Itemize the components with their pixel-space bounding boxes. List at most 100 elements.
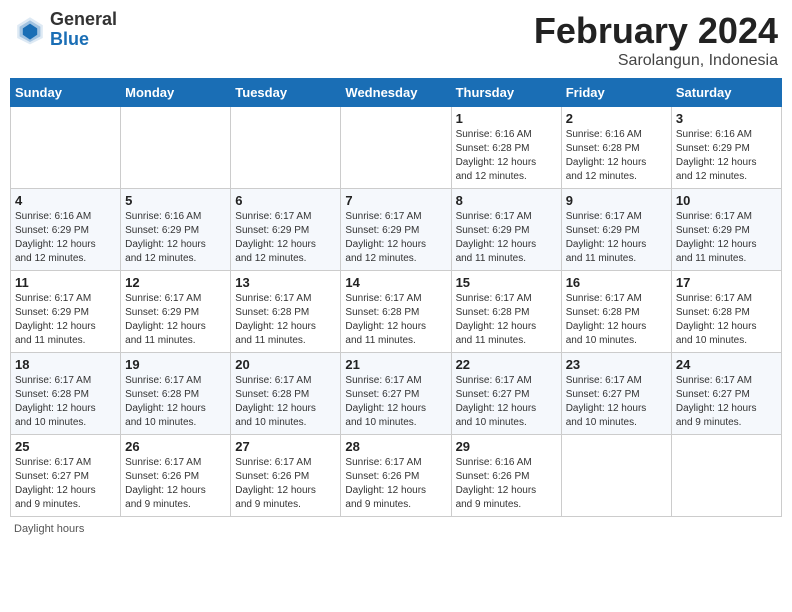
day-info: Sunrise: 6:17 AM Sunset: 6:29 PM Dayligh…: [15, 292, 116, 348]
column-header-tuesday: Tuesday: [231, 79, 341, 107]
calendar-cell: 28 Sunrise: 6:17 AM Sunset: 6:26 PM Dayli…: [341, 435, 451, 517]
calendar-cell: 15 Sunrise: 6:17 AM Sunset: 6:28 PM Dayli…: [451, 271, 561, 353]
day-info: Sunrise: 6:17 AM Sunset: 6:27 PM Dayligh…: [345, 374, 446, 430]
day-info: Sunrise: 6:17 AM Sunset: 6:28 PM Dayligh…: [15, 374, 116, 430]
day-info: Sunrise: 6:16 AM Sunset: 6:28 PM Dayligh…: [566, 128, 667, 184]
day-number: 10: [676, 193, 777, 208]
calendar-cell: [121, 107, 231, 189]
day-info: Sunrise: 6:17 AM Sunset: 6:28 PM Dayligh…: [235, 374, 336, 430]
calendar-cell: 21 Sunrise: 6:17 AM Sunset: 6:27 PM Dayli…: [341, 353, 451, 435]
day-info: Sunrise: 6:17 AM Sunset: 6:29 PM Dayligh…: [566, 210, 667, 266]
calendar-cell: 25 Sunrise: 6:17 AM Sunset: 6:27 PM Dayli…: [11, 435, 121, 517]
day-number: 19: [125, 357, 226, 372]
day-number: 8: [456, 193, 557, 208]
calendar-cell: 24Sunrise: 6:17 AM Sunset: 6:27 PM Dayli…: [671, 353, 781, 435]
calendar-week-4: 18 Sunrise: 6:17 AM Sunset: 6:28 PM Dayli…: [11, 353, 782, 435]
calendar-cell: 18 Sunrise: 6:17 AM Sunset: 6:28 PM Dayli…: [11, 353, 121, 435]
calendar-cell: 6 Sunrise: 6:17 AM Sunset: 6:29 PM Daylig…: [231, 189, 341, 271]
day-info: Sunrise: 6:16 AM Sunset: 6:26 PM Dayligh…: [456, 456, 557, 512]
day-number: 20: [235, 357, 336, 372]
day-number: 14: [345, 275, 446, 290]
day-info: Sunrise: 6:17 AM Sunset: 6:26 PM Dayligh…: [345, 456, 446, 512]
day-number: 9: [566, 193, 667, 208]
calendar-week-2: 4 Sunrise: 6:16 AM Sunset: 6:29 PM Daylig…: [11, 189, 782, 271]
day-info: Sunrise: 6:17 AM Sunset: 6:27 PM Dayligh…: [566, 374, 667, 430]
calendar-cell: 16Sunrise: 6:17 AM Sunset: 6:28 PM Dayli…: [561, 271, 671, 353]
day-info: Sunrise: 6:17 AM Sunset: 6:28 PM Dayligh…: [125, 374, 226, 430]
calendar-cell: 22 Sunrise: 6:17 AM Sunset: 6:27 PM Dayli…: [451, 353, 561, 435]
day-number: 21: [345, 357, 446, 372]
day-number: 2: [566, 111, 667, 126]
day-info: Sunrise: 6:17 AM Sunset: 6:27 PM Dayligh…: [456, 374, 557, 430]
calendar-cell: 26Sunrise: 6:17 AM Sunset: 6:26 PM Dayli…: [121, 435, 231, 517]
day-number: 28: [345, 439, 446, 454]
calendar-cell: 10Sunrise: 6:17 AM Sunset: 6:29 PM Dayli…: [671, 189, 781, 271]
calendar-week-5: 25 Sunrise: 6:17 AM Sunset: 6:27 PM Dayli…: [11, 435, 782, 517]
column-header-saturday: Saturday: [671, 79, 781, 107]
page-header: General Blue February 2024 Sarolangun, I…: [10, 10, 782, 70]
calendar-week-3: 11Sunrise: 6:17 AM Sunset: 6:29 PM Dayli…: [11, 271, 782, 353]
day-number: 1: [456, 111, 557, 126]
column-header-sunday: Sunday: [11, 79, 121, 107]
column-header-monday: Monday: [121, 79, 231, 107]
day-info: Sunrise: 6:17 AM Sunset: 6:29 PM Dayligh…: [235, 210, 336, 266]
logo-general: General: [50, 10, 117, 30]
day-info: Sunrise: 6:16 AM Sunset: 6:29 PM Dayligh…: [676, 128, 777, 184]
day-info: Sunrise: 6:17 AM Sunset: 6:29 PM Dayligh…: [345, 210, 446, 266]
day-info: Sunrise: 6:17 AM Sunset: 6:27 PM Dayligh…: [15, 456, 116, 512]
title-block: February 2024 Sarolangun, Indonesia: [534, 10, 778, 70]
day-info: Sunrise: 6:17 AM Sunset: 6:29 PM Dayligh…: [125, 292, 226, 348]
day-number: 12: [125, 275, 226, 290]
calendar-cell: 27 Sunrise: 6:17 AM Sunset: 6:26 PM Dayli…: [231, 435, 341, 517]
day-info: Sunrise: 6:17 AM Sunset: 6:28 PM Dayligh…: [345, 292, 446, 348]
day-number: 18: [15, 357, 116, 372]
day-number: 23: [566, 357, 667, 372]
calendar-cell: 3Sunrise: 6:16 AM Sunset: 6:29 PM Daylig…: [671, 107, 781, 189]
calendar-cell: 29Sunrise: 6:16 AM Sunset: 6:26 PM Dayli…: [451, 435, 561, 517]
footer: Daylight hours: [10, 523, 782, 535]
calendar-table: SundayMondayTuesdayWednesdayThursdayFrid…: [10, 78, 782, 517]
day-number: 25: [15, 439, 116, 454]
day-number: 24: [676, 357, 777, 372]
day-info: Sunrise: 6:17 AM Sunset: 6:29 PM Dayligh…: [456, 210, 557, 266]
day-info: Sunrise: 6:17 AM Sunset: 6:26 PM Dayligh…: [235, 456, 336, 512]
day-info: Sunrise: 6:16 AM Sunset: 6:28 PM Dayligh…: [456, 128, 557, 184]
calendar-cell: 7Sunrise: 6:17 AM Sunset: 6:29 PM Daylig…: [341, 189, 451, 271]
calendar-cell: 20 Sunrise: 6:17 AM Sunset: 6:28 PM Dayli…: [231, 353, 341, 435]
day-info: Sunrise: 6:17 AM Sunset: 6:28 PM Dayligh…: [676, 292, 777, 348]
calendar-cell: 1 Sunrise: 6:16 AM Sunset: 6:28 PM Daylig…: [451, 107, 561, 189]
day-info: Sunrise: 6:17 AM Sunset: 6:28 PM Dayligh…: [456, 292, 557, 348]
calendar-cell: [341, 107, 451, 189]
calendar-week-1: 1 Sunrise: 6:16 AM Sunset: 6:28 PM Daylig…: [11, 107, 782, 189]
day-info: Sunrise: 6:16 AM Sunset: 6:29 PM Dayligh…: [15, 210, 116, 266]
calendar-cell: 2 Sunrise: 6:16 AM Sunset: 6:28 PM Daylig…: [561, 107, 671, 189]
day-info: Sunrise: 6:17 AM Sunset: 6:26 PM Dayligh…: [125, 456, 226, 512]
column-header-thursday: Thursday: [451, 79, 561, 107]
day-number: 27: [235, 439, 336, 454]
logo-text: General Blue: [50, 10, 117, 50]
calendar-cell: 14 Sunrise: 6:17 AM Sunset: 6:28 PM Dayli…: [341, 271, 451, 353]
day-info: Sunrise: 6:17 AM Sunset: 6:28 PM Dayligh…: [566, 292, 667, 348]
calendar-cell: 13Sunrise: 6:17 AM Sunset: 6:28 PM Dayli…: [231, 271, 341, 353]
calendar-cell: 23 Sunrise: 6:17 AM Sunset: 6:27 PM Dayli…: [561, 353, 671, 435]
calendar-cell: 5Sunrise: 6:16 AM Sunset: 6:29 PM Daylig…: [121, 189, 231, 271]
day-number: 6: [235, 193, 336, 208]
day-number: 5: [125, 193, 226, 208]
calendar-cell: 19 Sunrise: 6:17 AM Sunset: 6:28 PM Dayli…: [121, 353, 231, 435]
day-number: 4: [15, 193, 116, 208]
calendar-cell: 17 Sunrise: 6:17 AM Sunset: 6:28 PM Dayli…: [671, 271, 781, 353]
day-number: 15: [456, 275, 557, 290]
calendar-cell: [11, 107, 121, 189]
day-number: 13: [235, 275, 336, 290]
calendar-cell: 4 Sunrise: 6:16 AM Sunset: 6:29 PM Daylig…: [11, 189, 121, 271]
calendar-title: February 2024: [534, 10, 778, 52]
day-number: 17: [676, 275, 777, 290]
column-header-friday: Friday: [561, 79, 671, 107]
calendar-cell: [561, 435, 671, 517]
logo-icon: [14, 14, 46, 46]
footer-text: Daylight hours: [14, 523, 84, 535]
calendar-cell: [231, 107, 341, 189]
calendar-cell: 8 Sunrise: 6:17 AM Sunset: 6:29 PM Daylig…: [451, 189, 561, 271]
day-number: 22: [456, 357, 557, 372]
calendar-header-row: SundayMondayTuesdayWednesdayThursdayFrid…: [11, 79, 782, 107]
